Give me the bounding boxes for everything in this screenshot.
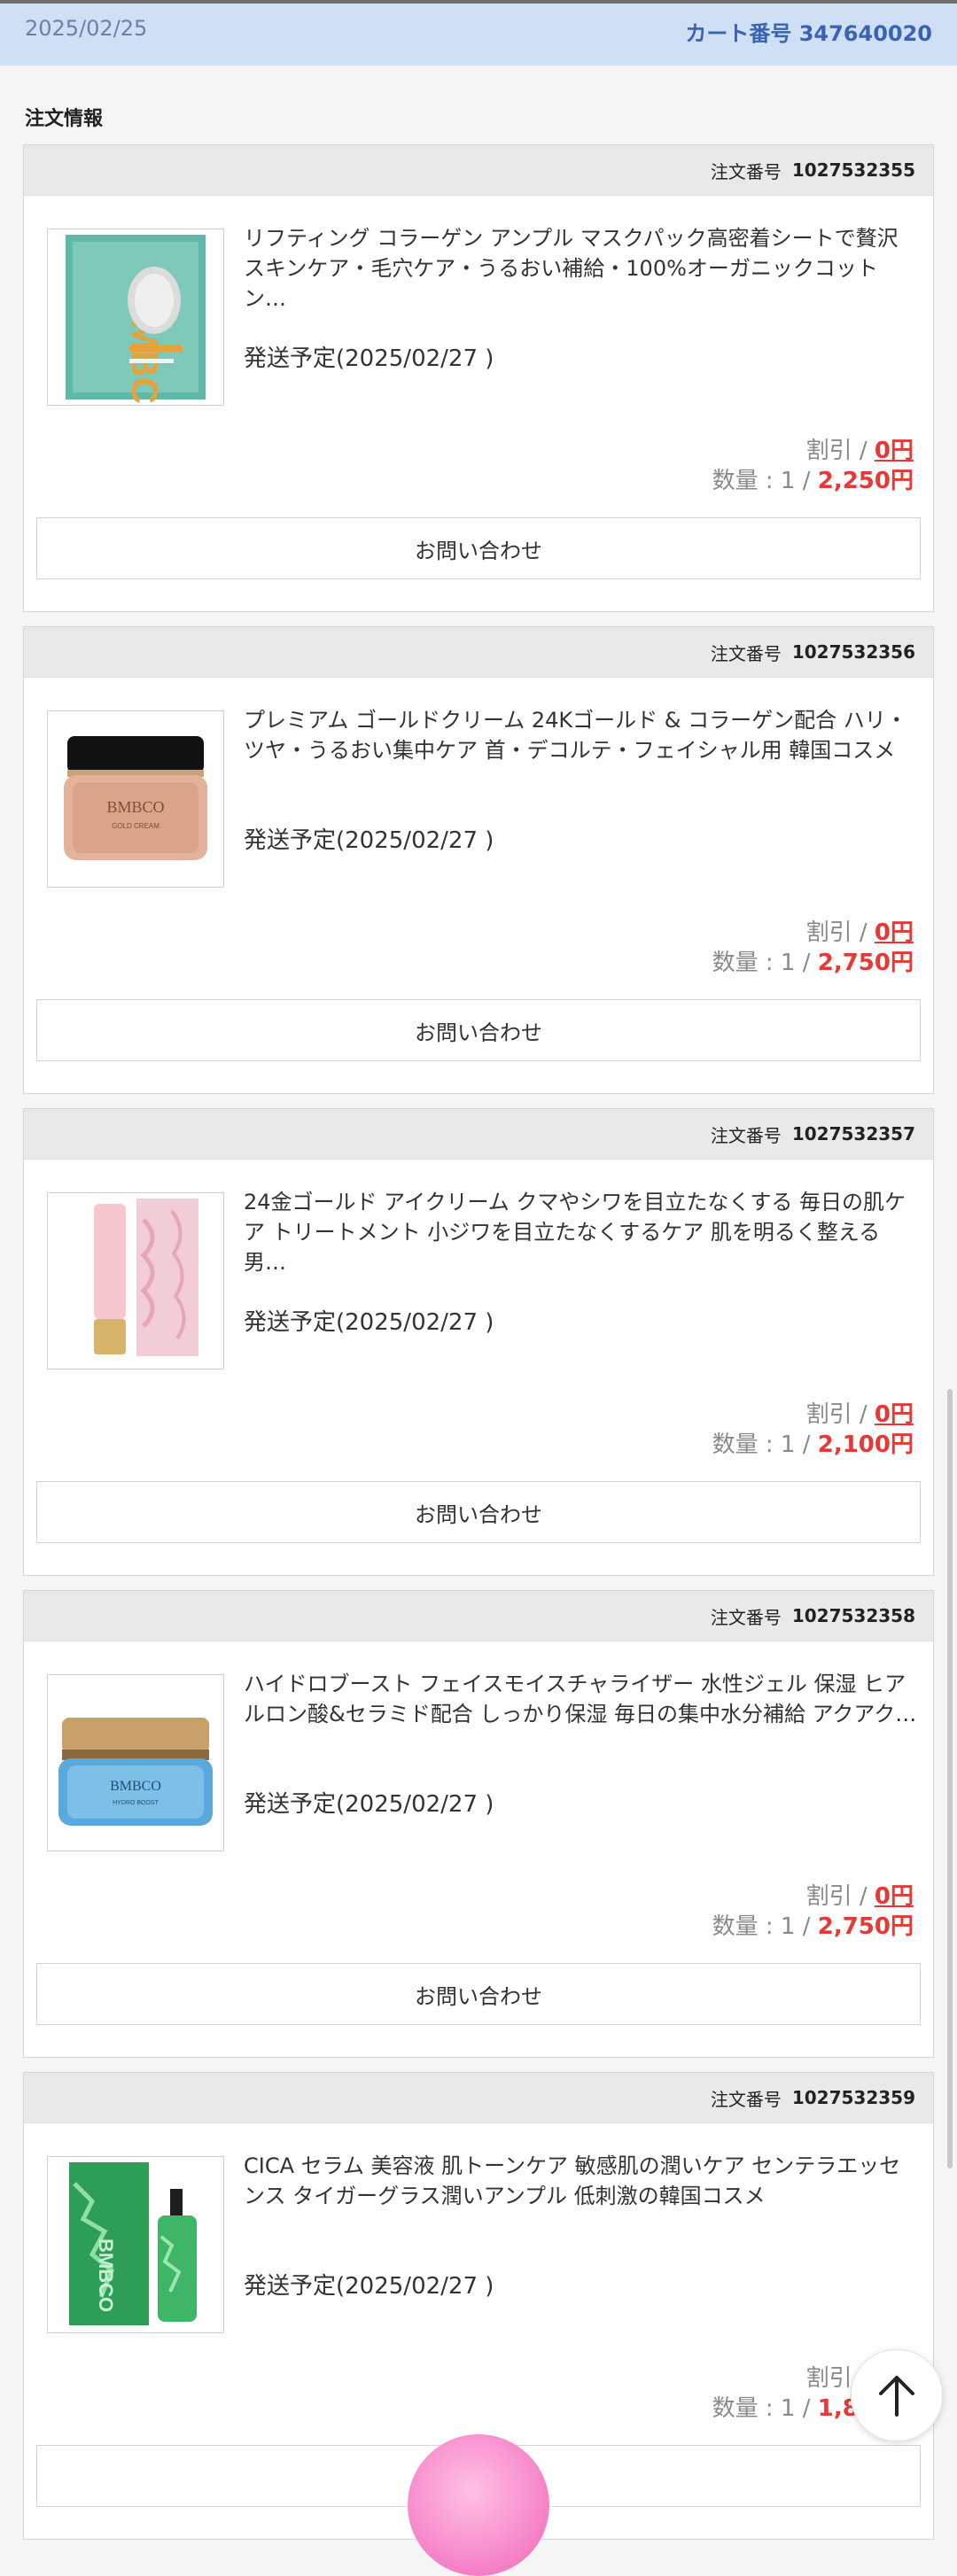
section-title: 注文情報 xyxy=(25,108,104,130)
blue-gel-jar-image: BMBCO HYDRO BOOST xyxy=(48,1675,223,1851)
shipping-date: 発送予定(2025/02/27 ) xyxy=(244,2273,494,2300)
cart-number: カート番号 347640020 xyxy=(685,21,932,46)
cica-serum-bottle-image: BMBCO xyxy=(48,2157,223,2332)
order-card-header: 注文番号 1027532357 xyxy=(24,1109,933,1160)
order-number: 1027532358 xyxy=(791,1605,915,1626)
order-number-label: 注文番号 xyxy=(710,2088,782,2110)
svg-text:GOLD CREAM: GOLD CREAM xyxy=(112,822,160,830)
order-date: 2025/02/25 xyxy=(25,16,148,41)
discount: 割引 / 0円 xyxy=(805,1401,914,1428)
gold-cream-jar-image: BMBCO GOLD CREAM xyxy=(48,711,223,887)
svg-text:BMBCO: BMBCO xyxy=(95,2238,117,2312)
order-number: 1027532356 xyxy=(791,641,915,663)
quantity-price: 数量 : 1 / 2,750円 xyxy=(712,1913,914,1940)
eye-cream-tube-image xyxy=(48,1193,223,1369)
svg-text:BMBCO: BMBCO xyxy=(110,1779,161,1794)
top-bar: 2025/02/25 カート番号 347640020 xyxy=(0,0,957,66)
scroll-to-top-button[interactable] xyxy=(851,2349,943,2441)
inquiry-button[interactable]: お問い合わせ xyxy=(36,1481,921,1543)
discount: 割引 / 0円 xyxy=(805,1883,914,1910)
shipping-date: 発送予定(2025/02/27 ) xyxy=(244,345,494,372)
order-card-header: 注文番号 1027532358 xyxy=(24,1591,933,1641)
order-card-header: 注文番号 1027532355 xyxy=(24,145,933,196)
svg-text:BMBCO: BMBCO xyxy=(106,798,164,816)
order-card-header: 注文番号 1027532359 xyxy=(24,2073,933,2123)
arrow-up-icon xyxy=(879,2376,914,2417)
mask-pack-product-image: BMBCO xyxy=(48,229,223,405)
floating-pink-ball[interactable] xyxy=(408,2434,549,2576)
order-card: 注文番号 1027532357 24金ゴールド アイクリーム クマやシワを目立た… xyxy=(23,1108,934,1576)
order-card: 注文番号 1027532358 BMBCO HYDRO BOOST ハイドロブー… xyxy=(23,1590,934,2058)
order-card: 注文番号 1027532355 BMBCO リフティング コラーゲン アンプル … xyxy=(23,144,934,612)
product-title[interactable]: 24金ゴールド アイクリーム クマやシワを目立たなくする 毎日の肌ケア トリート… xyxy=(244,1187,917,1283)
discount: 割引 / 0円 xyxy=(805,919,914,946)
order-number-label: 注文番号 xyxy=(710,160,782,182)
order-number-label: 注文番号 xyxy=(710,1606,782,1628)
quantity-price: 数量 : 1 / 2,250円 xyxy=(712,468,914,494)
order-number-label: 注文番号 xyxy=(710,1124,782,1146)
scrollbar[interactable] xyxy=(947,1389,953,2169)
inquiry-button[interactable]: お問い合わせ xyxy=(36,999,921,1061)
order-number: 1027532357 xyxy=(791,1123,915,1144)
product-title[interactable]: プレミアム ゴールドクリーム 24Kゴールド & コラーゲン配合 ハリ・ツヤ・う… xyxy=(244,705,917,801)
product-thumbnail[interactable]: BMBCO GOLD CREAM xyxy=(47,710,224,888)
product-title[interactable]: リフティング コラーゲン アンプル マスクパック高密着シートで贅沢スキンケア・毛… xyxy=(244,223,917,319)
order-number: 1027532355 xyxy=(791,159,915,181)
product-thumbnail[interactable] xyxy=(47,1192,224,1369)
shipping-date: 発送予定(2025/02/27 ) xyxy=(244,1791,494,1818)
discount: 割引 / 0円 xyxy=(805,438,914,464)
product-title[interactable]: CICA セラム 美容液 肌トーンケア 敏感肌の潤いケア センテラエッセンス タ… xyxy=(244,2151,917,2246)
product-thumbnail[interactable]: BMBCO xyxy=(47,2156,224,2333)
order-number-label: 注文番号 xyxy=(710,642,782,664)
product-thumbnail[interactable]: BMBCO HYDRO BOOST xyxy=(47,1674,224,1851)
svg-text:HYDRO BOOST: HYDRO BOOST xyxy=(113,1800,159,1806)
inquiry-button[interactable]: お問い合わせ xyxy=(36,1963,921,2025)
product-thumbnail[interactable]: BMBCO xyxy=(47,229,224,406)
order-card-header: 注文番号 1027532356 xyxy=(24,627,933,678)
inquiry-button[interactable]: お問い合わせ xyxy=(36,517,921,579)
order-number: 1027532359 xyxy=(791,2087,915,2108)
quantity-price: 数量 : 1 / 2,750円 xyxy=(712,950,914,976)
order-card: 注文番号 1027532356 BMBCO GOLD CREAM プレミアム ゴ… xyxy=(23,626,934,1094)
quantity-price: 数量 : 1 / 2,100円 xyxy=(712,1432,914,1458)
product-title[interactable]: ハイドロブースト フェイスモイスチャライザー 水性ジェル 保湿 ヒアルロン酸&セ… xyxy=(244,1669,917,1765)
shipping-date: 発送予定(2025/02/27 ) xyxy=(244,827,494,854)
shipping-date: 発送予定(2025/02/27 ) xyxy=(244,1309,494,1336)
